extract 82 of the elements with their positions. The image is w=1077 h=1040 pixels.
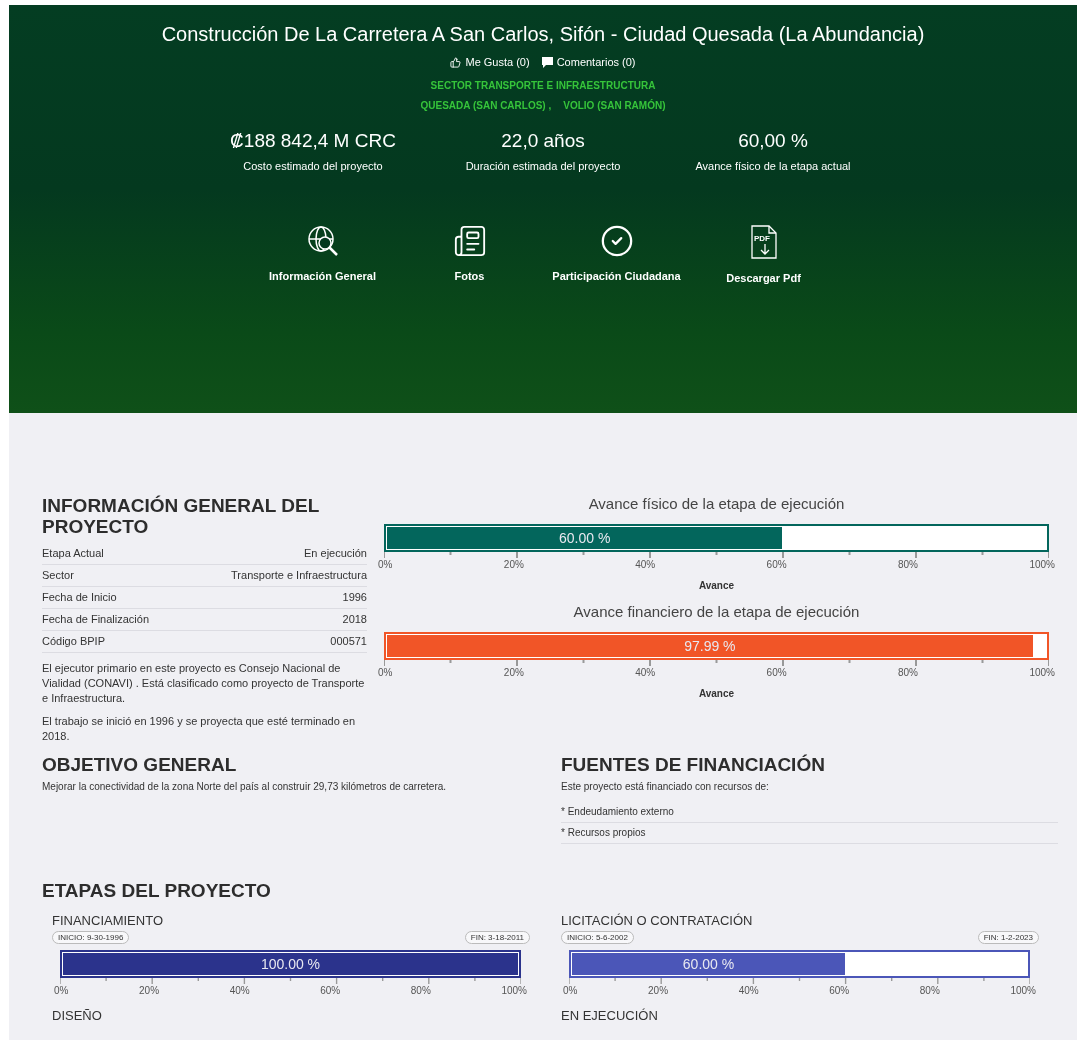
stage-name: DISEÑO — [52, 1008, 103, 1023]
tick-label: 60% — [320, 985, 341, 996]
globe-search-icon — [305, 224, 340, 258]
thumbs-up-icon — [450, 56, 462, 68]
progress-value: 60.00 % — [682, 956, 735, 972]
info-paragraph: El ejecutor primario en este proyecto es Consejo Nacional de Vialidad (CONAVI) . Está clasificado como proyecto de Transporte e Infraestructura. — [42, 661, 366, 706]
location-text: QUESADA (SAN CARLOS) , — [420, 100, 552, 111]
nav-link[interactable]: PDF Descargar Pdf — [690, 224, 837, 284]
axis-label: Avance — [697, 580, 736, 591]
stage-name: FINANCIAMIENTO — [52, 913, 164, 928]
tick-label: 80% — [410, 985, 431, 996]
end-date-tag: FIN: 1-2-2023 — [977, 931, 1039, 944]
info-paragraph: El trabajo se inició en 1996 y se proyecta que esté terminado en 2018. — [42, 714, 357, 744]
section-heading: INFORMACIÓN GENERAL DEL PROYECTO — [42, 495, 320, 537]
tick-label: 40% — [635, 559, 656, 570]
info-label: Sector — [42, 569, 74, 581]
tick-label: 100% — [1029, 559, 1055, 570]
tick-label: 40% — [738, 985, 759, 996]
tick-label: 20% — [139, 985, 160, 996]
info-value: 1996 — [342, 591, 367, 603]
info-label: Fecha de Finalización — [42, 613, 149, 625]
axis-label: Avance — [697, 688, 736, 699]
check-circle-icon — [599, 224, 634, 258]
like-link[interactable]: Me Gusta (0) — [450, 56, 530, 68]
pdf-file-icon: PDF — [749, 224, 778, 260]
info-value: 000571 — [330, 635, 367, 647]
tick-label: 80% — [898, 559, 918, 570]
section-heading: OBJETIVO GENERAL — [42, 754, 238, 775]
comments-link[interactable]: Comentarios (0) — [541, 56, 636, 68]
stat-value: ₡188 842,4 M CRC — [230, 130, 396, 152]
info-value: En ejecución — [304, 547, 367, 559]
start-date-tag: INICIO: 9-30-1996 — [52, 931, 130, 944]
stat-value: 60,00 % — [738, 130, 808, 152]
stage-name: EN EJECUCIÓN — [561, 1008, 659, 1023]
info-label: Código BPIP — [42, 635, 105, 647]
tick-label: 0% — [563, 985, 578, 996]
stat-label: Costo estimado del proyecto — [243, 160, 383, 172]
tick-label: 100% — [1010, 985, 1036, 996]
newspaper-icon — [452, 224, 487, 258]
section-heading: ETAPAS DEL PROYECTO — [42, 880, 272, 901]
tick-label: 60% — [766, 559, 787, 570]
info-value: Transporte e Infraestructura — [231, 569, 367, 581]
tick-label: 60% — [766, 667, 787, 678]
tick-label: 80% — [898, 667, 918, 678]
tick-label: 100% — [501, 985, 527, 996]
tick-label: 40% — [635, 667, 656, 678]
funding-item: * Endeudamiento externo — [561, 802, 1058, 823]
stat-label: Duración estimada del proyecto — [465, 160, 621, 172]
chart-title: Avance financiero de la etapa de ejecución — [572, 603, 861, 620]
funding-intro: Este proyecto está financiado con recursos de: — [561, 781, 770, 792]
project-title: Construcción De La Carretera A San Carlos, Sifón - Ciudad Quesada (La Abundancia) — [161, 23, 925, 46]
tick-label: 40% — [229, 985, 250, 996]
start-date-tag: INICIO: 5-6-2002 — [561, 931, 634, 944]
tick-label: 20% — [503, 559, 524, 570]
tick-label: 60% — [829, 985, 850, 996]
chart-title: Avance físico de la etapa de ejecución — [587, 495, 846, 512]
tick-label: 100% — [1029, 667, 1055, 678]
progress-value: 60.00 % — [559, 530, 611, 546]
location-text: VOLIO (SAN RAMÓN) — [563, 100, 666, 111]
section-heading: FUENTES DE FINANCIACIÓN — [561, 754, 826, 775]
objective-text: Mejorar la conectividad de la zona Norte del país al construir 29,73 kilómetros de carretera. — [42, 781, 448, 792]
progress-value: 97.99 % — [684, 638, 736, 654]
comment-icon — [541, 56, 553, 68]
tick-label: 80% — [919, 985, 940, 996]
stat-value: 22,0 años — [501, 130, 585, 152]
stage-name: LICITACIÓN O CONTRATACIÓN — [561, 913, 754, 928]
stat-label: Avance físico de la etapa actual — [695, 160, 851, 172]
nav-link[interactable]: Participación Ciudadana — [543, 224, 690, 284]
funding-item: * Recursos propios — [561, 823, 1058, 844]
end-date-tag: FIN: 3-18-2011 — [464, 931, 530, 944]
tick-label: 0% — [378, 667, 393, 678]
tick-label: 0% — [378, 559, 393, 570]
sector-text: SECTOR TRANSPORTE E INFRAESTRUCTURA — [430, 80, 656, 91]
tick-label: 20% — [648, 985, 669, 996]
progress-value: 100.00 % — [260, 956, 321, 972]
tick-label: 0% — [54, 985, 69, 996]
nav-link[interactable]: Fotos — [396, 224, 543, 284]
info-value: 2018 — [342, 613, 367, 625]
nav-link[interactable]: Información General — [249, 224, 396, 284]
info-label: Etapa Actual — [42, 547, 104, 559]
info-label: Fecha de Inicio — [42, 591, 117, 603]
tick-label: 20% — [503, 667, 524, 678]
